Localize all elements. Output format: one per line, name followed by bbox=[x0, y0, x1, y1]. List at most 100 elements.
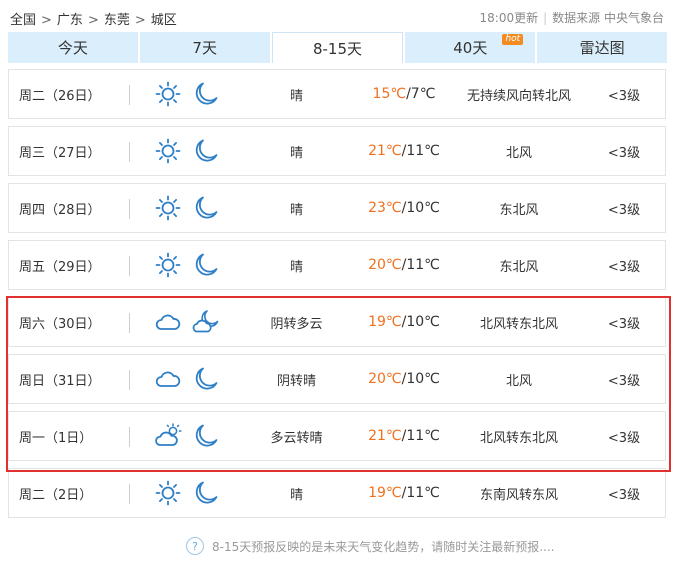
sun-icon bbox=[154, 479, 182, 507]
temp-low: /11℃ bbox=[401, 485, 440, 501]
row-divider bbox=[129, 427, 130, 447]
data-source: 数据来源 中央气象台 bbox=[552, 11, 664, 25]
temp-high: 23℃ bbox=[368, 200, 402, 216]
tab-3[interactable]: 40天 hot bbox=[405, 32, 536, 63]
tab-2[interactable]: 8-15天 bbox=[271, 32, 404, 63]
wind-level: <3级 bbox=[607, 430, 641, 446]
temperature: 19℃/11℃ bbox=[354, 469, 454, 517]
wind-direction: 东南风转东风 bbox=[479, 487, 558, 503]
update-time: 18:00更新 bbox=[479, 11, 539, 25]
breadcrumb-separator: > bbox=[41, 13, 52, 28]
wind-direction: 东北风 bbox=[499, 259, 539, 275]
day-label: 周四（28日） bbox=[19, 202, 101, 218]
breadcrumb-item[interactable]: 东莞 bbox=[104, 13, 130, 28]
day-label: 周二（26日） bbox=[19, 88, 101, 104]
temperature: 20℃/10℃ bbox=[354, 355, 454, 403]
wind-level: <3级 bbox=[607, 487, 641, 503]
forecast-tabs: 今天 7天 8-15天 40天 hot 雷达图 bbox=[8, 32, 667, 63]
temp-low: /11℃ bbox=[401, 143, 440, 159]
footer-text: 8-15天预报反映的是未来天气变化趋势，请随时关注最新预报.... bbox=[212, 539, 555, 554]
sun-cloud-icon bbox=[154, 422, 182, 450]
temp-low: /10℃ bbox=[401, 200, 440, 216]
row-divider bbox=[129, 85, 130, 105]
weather-icons bbox=[154, 355, 224, 403]
sun-icon bbox=[154, 194, 182, 222]
wind-level: <3级 bbox=[607, 145, 641, 161]
row-divider bbox=[129, 199, 130, 219]
wind-direction: 北风转东北风 bbox=[479, 430, 558, 446]
cloud-icon bbox=[154, 308, 182, 336]
weather-icons bbox=[154, 412, 224, 460]
weather-icons bbox=[154, 70, 224, 118]
wind-direction: 东北风 bbox=[499, 202, 539, 218]
forecast-row: 周二（2日） 晴 19℃/11℃ 东南风转东风 <3级 bbox=[8, 468, 666, 518]
day-label: 周二（2日） bbox=[19, 487, 93, 503]
cloud-icon bbox=[154, 365, 182, 393]
row-divider bbox=[129, 484, 130, 504]
breadcrumb-item: 城区 bbox=[150, 13, 177, 28]
question-icon[interactable]: ? bbox=[186, 537, 204, 555]
weather-desc: 阴转晴 bbox=[276, 373, 316, 389]
temp-low: /10℃ bbox=[401, 314, 440, 330]
sun-icon bbox=[154, 137, 182, 165]
moon-icon bbox=[192, 80, 220, 108]
temp-high: 20℃ bbox=[368, 257, 402, 273]
temp-high: 20℃ bbox=[368, 371, 402, 387]
sun-icon bbox=[154, 80, 182, 108]
moon-icon bbox=[192, 251, 220, 279]
row-divider bbox=[129, 256, 130, 276]
day-label: 周六（30日） bbox=[19, 316, 101, 332]
temp-low: /11℃ bbox=[401, 428, 440, 444]
forecast-row: 周二（26日） 晴 15℃/7℃ 无持续风向转北风 <3级 bbox=[8, 69, 666, 119]
tab-0[interactable]: 今天 bbox=[8, 32, 138, 63]
wind-direction: 北风 bbox=[505, 145, 532, 161]
weather-icons bbox=[154, 298, 224, 346]
weather-icons bbox=[154, 184, 224, 232]
temp-low: /10℃ bbox=[401, 371, 440, 387]
breadcrumb-item[interactable]: 广东 bbox=[57, 13, 83, 28]
wind-level: <3级 bbox=[607, 202, 641, 218]
breadcrumb: 全国 > 广东 > 东莞 > 城区 bbox=[10, 9, 177, 28]
moon-icon bbox=[192, 365, 220, 393]
temp-high: 19℃ bbox=[368, 314, 402, 330]
weather-desc: 晴 bbox=[289, 88, 303, 104]
temperature: 21℃/11℃ bbox=[354, 127, 454, 175]
weather-desc: 晴 bbox=[289, 202, 303, 218]
breadcrumb-item[interactable]: 全国 bbox=[10, 13, 36, 28]
forecast-row: 周三（27日） 晴 21℃/11℃ 北风 <3级 bbox=[8, 126, 666, 176]
tab-label: 40天 bbox=[453, 39, 488, 57]
wind-direction: 北风 bbox=[505, 373, 532, 389]
tab-4[interactable]: 雷达图 bbox=[537, 32, 667, 63]
wind-level: <3级 bbox=[607, 88, 641, 104]
moon-icon bbox=[192, 422, 220, 450]
update-info: 18:00更新 | 数据来源 中央气象台 bbox=[479, 11, 664, 25]
tab-label: 雷达图 bbox=[579, 39, 625, 57]
weather-desc: 晴 bbox=[289, 487, 303, 503]
tab-1[interactable]: 7天 bbox=[139, 32, 270, 63]
weather-icons bbox=[154, 469, 224, 517]
temperature: 20℃/11℃ bbox=[354, 241, 454, 289]
weather-icons bbox=[154, 127, 224, 175]
moon-cloud-icon bbox=[192, 308, 220, 336]
day-label: 周五（29日） bbox=[19, 259, 101, 275]
temperature: 15℃/7℃ bbox=[354, 70, 454, 118]
day-label: 周日（31日） bbox=[19, 373, 101, 389]
tab-label: 今天 bbox=[57, 39, 88, 57]
breadcrumb-separator: > bbox=[134, 13, 146, 28]
footer-note: ? 8-15天预报反映的是未来天气变化趋势，请随时关注最新预报.... bbox=[186, 537, 555, 555]
temp-high: 21℃ bbox=[368, 428, 402, 444]
temperature: 21℃/11℃ bbox=[354, 412, 454, 460]
moon-icon bbox=[192, 479, 220, 507]
temp-high: 21℃ bbox=[368, 143, 402, 159]
temp-low: /11℃ bbox=[401, 257, 440, 273]
moon-icon bbox=[192, 137, 220, 165]
temp-high: 15℃ bbox=[372, 86, 407, 102]
weather-desc: 阴转多云 bbox=[270, 316, 323, 332]
temperature: 23℃/10℃ bbox=[354, 184, 454, 232]
forecast-row: 周五（29日） 晴 20℃/11℃ 东北风 <3级 bbox=[8, 240, 666, 290]
wind-level: <3级 bbox=[607, 259, 641, 275]
wind-direction: 无持续风向转北风 bbox=[466, 88, 571, 104]
temp-high: 19℃ bbox=[368, 485, 402, 501]
breadcrumb-separator: > bbox=[87, 13, 99, 28]
forecast-row: 周四（28日） 晴 23℃/10℃ 东北风 <3级 bbox=[8, 183, 666, 233]
